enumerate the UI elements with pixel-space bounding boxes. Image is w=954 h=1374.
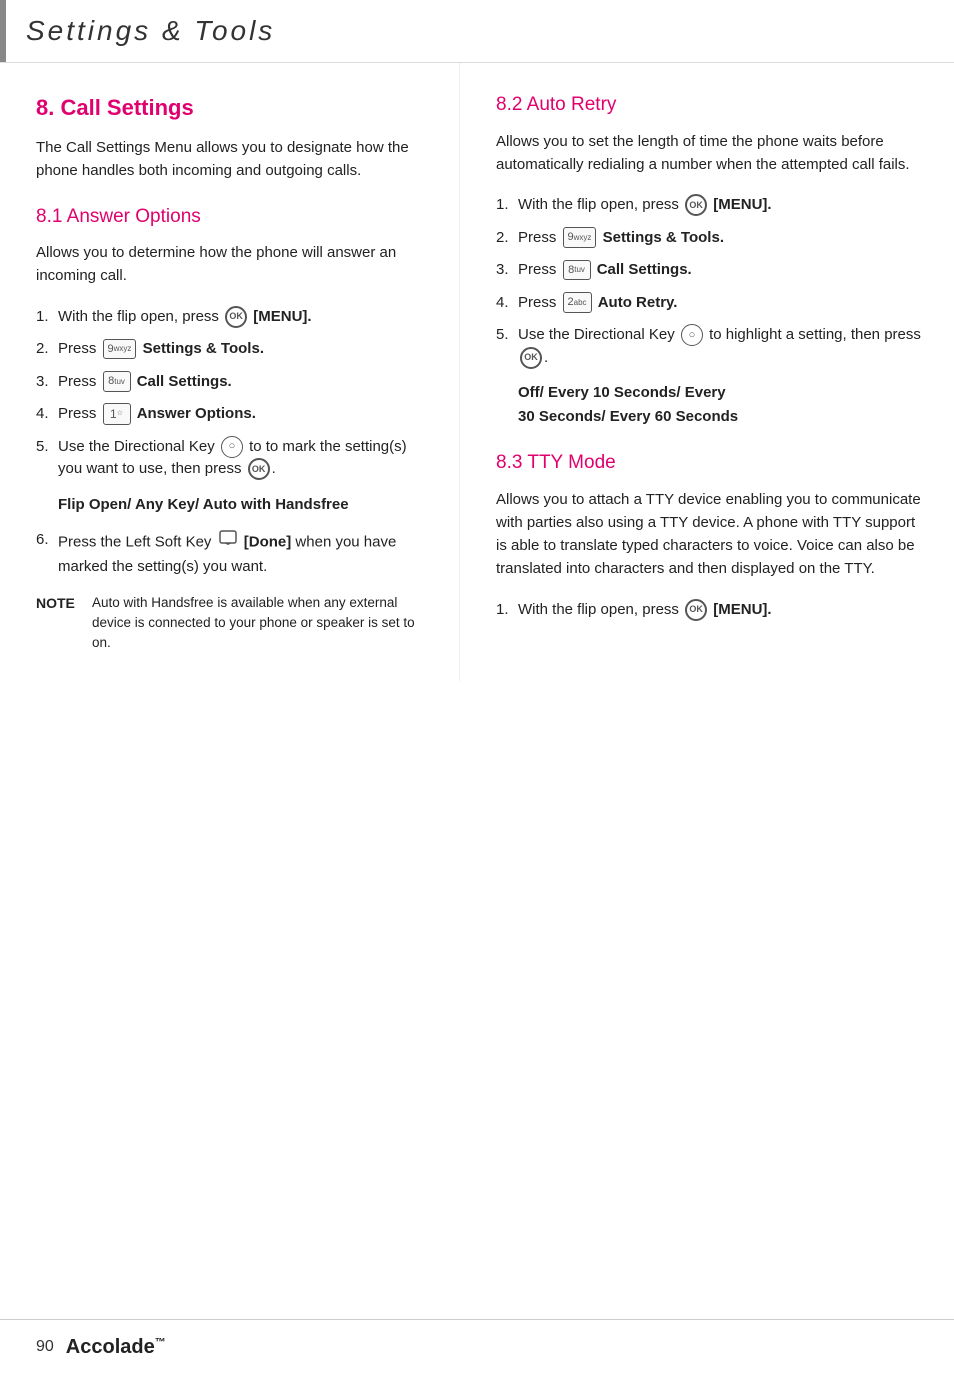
- page-header: Settings & Tools: [0, 0, 954, 63]
- step-content: Press 9wxyz Settings & Tools.: [58, 338, 431, 361]
- steps-8-3: 1. With the flip open, press OK [MENU].: [496, 599, 926, 622]
- ok-icon: OK: [225, 306, 247, 328]
- key1-icon: 1☆: [103, 403, 131, 425]
- page-footer: 90 Accolade™: [0, 1319, 954, 1374]
- ok-icon: OK: [685, 599, 707, 621]
- ok-icon-2: OK: [520, 347, 542, 369]
- step-8-2-2: 2. Press 9wxyz Settings & Tools.: [496, 227, 926, 250]
- step-num: 5.: [496, 324, 518, 347]
- step-num: 1.: [496, 194, 518, 217]
- step-num: 3.: [496, 259, 518, 282]
- key8-icon: 8tuv: [563, 260, 591, 281]
- steps-8-1-extra: 6. Press the Left Soft Key [Done] when y…: [36, 529, 431, 579]
- section-8-intro: The Call Settings Menu allows you to des…: [36, 136, 431, 183]
- step-content: Press 2abc Auto Retry.: [518, 292, 926, 315]
- step-content: With the flip open, press OK [MENU].: [518, 194, 926, 217]
- step-num: 2.: [496, 227, 518, 250]
- step-8-2-4: 4. Press 2abc Auto Retry.: [496, 292, 926, 315]
- step-num: 3.: [36, 371, 58, 394]
- step-content: Press 9wxyz Settings & Tools.: [518, 227, 926, 250]
- softkey-icon: [218, 529, 238, 549]
- section-8-title: 8. Call Settings: [36, 91, 431, 124]
- step-num: 1.: [36, 306, 58, 329]
- page-number: 90: [36, 1335, 54, 1359]
- step-content: Use the Directional Key ○ to highlight a…: [518, 324, 926, 369]
- options-8-1: Flip Open/ Any Key/ Auto with Handsfree: [58, 493, 431, 517]
- key9-icon: 9wxyz: [563, 227, 597, 248]
- dir-icon: ○: [681, 324, 703, 346]
- subsection-8-3-intro: Allows you to attach a TTY device enabli…: [496, 488, 926, 581]
- key9-icon: 9wxyz: [103, 339, 137, 360]
- step-content: Use the Directional Key ○ to to mark the…: [58, 436, 431, 481]
- step-8-1-6: 6. Press the Left Soft Key [Done] when y…: [36, 529, 431, 579]
- step-content: With the flip open, press OK [MENU].: [518, 599, 926, 622]
- step-8-2-5: 5. Use the Directional Key ○ to highligh…: [496, 324, 926, 369]
- step-content: With the flip open, press OK [MENU].: [58, 306, 431, 329]
- subsection-8-2-title: 8.2 Auto Retry: [496, 91, 926, 120]
- step-num: 5.: [36, 436, 58, 459]
- brand-name: Accolade™: [66, 1332, 166, 1362]
- note-8-1: NOTE Auto with Handsfree is available wh…: [36, 593, 431, 654]
- subsection-8-3-title: 8.3 TTY Mode: [496, 449, 926, 478]
- key8-icon: 8tuv: [103, 371, 131, 392]
- step-8-3-1: 1. With the flip open, press OK [MENU].: [496, 599, 926, 622]
- step-8-1-4: 4. Press 1☆ Answer Options.: [36, 403, 431, 426]
- step-content: Press 1☆ Answer Options.: [58, 403, 431, 426]
- step-num: 2.: [36, 338, 58, 361]
- right-column: 8.2 Auto Retry Allows you to set the len…: [460, 63, 954, 681]
- steps-8-2: 1. With the flip open, press OK [MENU]. …: [496, 194, 926, 369]
- step-num: 4.: [496, 292, 518, 315]
- note-text: Auto with Handsfree is available when an…: [92, 593, 431, 654]
- step-num: 6.: [36, 529, 58, 552]
- subsection-8-1-title: 8.1 Answer Options: [36, 203, 431, 232]
- step-content: Press the Left Soft Key [Done] when you …: [58, 529, 431, 579]
- content-columns: 8. Call Settings The Call Settings Menu …: [0, 63, 954, 681]
- steps-8-1: 1. With the flip open, press OK [MENU]. …: [36, 306, 431, 481]
- page-container: Settings & Tools 8. Call Settings The Ca…: [0, 0, 954, 1374]
- options-8-2: Off/ Every 10 Seconds/ Every30 Seconds/ …: [518, 381, 926, 429]
- step-num: 1.: [496, 599, 518, 622]
- subsection-8-2-intro: Allows you to set the length of time the…: [496, 130, 926, 177]
- step-content: Press 8tuv Call Settings.: [58, 371, 431, 394]
- step-8-1-1: 1. With the flip open, press OK [MENU].: [36, 306, 431, 329]
- step-8-2-1: 1. With the flip open, press OK [MENU].: [496, 194, 926, 217]
- key2-icon: 2abc: [563, 292, 592, 313]
- ok-icon-2: OK: [248, 458, 270, 480]
- step-8-1-5: 5. Use the Directional Key ○ to to mark …: [36, 436, 431, 481]
- step-content: Press 8tuv Call Settings.: [518, 259, 926, 282]
- note-label: NOTE: [36, 593, 84, 614]
- step-8-1-2: 2. Press 9wxyz Settings & Tools.: [36, 338, 431, 361]
- left-column: 8. Call Settings The Call Settings Menu …: [0, 63, 460, 681]
- dir-icon: ○: [221, 436, 243, 458]
- ok-icon: OK: [685, 194, 707, 216]
- subsection-8-1-intro: Allows you to determine how the phone wi…: [36, 241, 431, 288]
- step-8-2-3: 3. Press 8tuv Call Settings.: [496, 259, 926, 282]
- step-8-1-3: 3. Press 8tuv Call Settings.: [36, 371, 431, 394]
- page-title: Settings & Tools: [6, 0, 295, 62]
- step-num: 4.: [36, 403, 58, 426]
